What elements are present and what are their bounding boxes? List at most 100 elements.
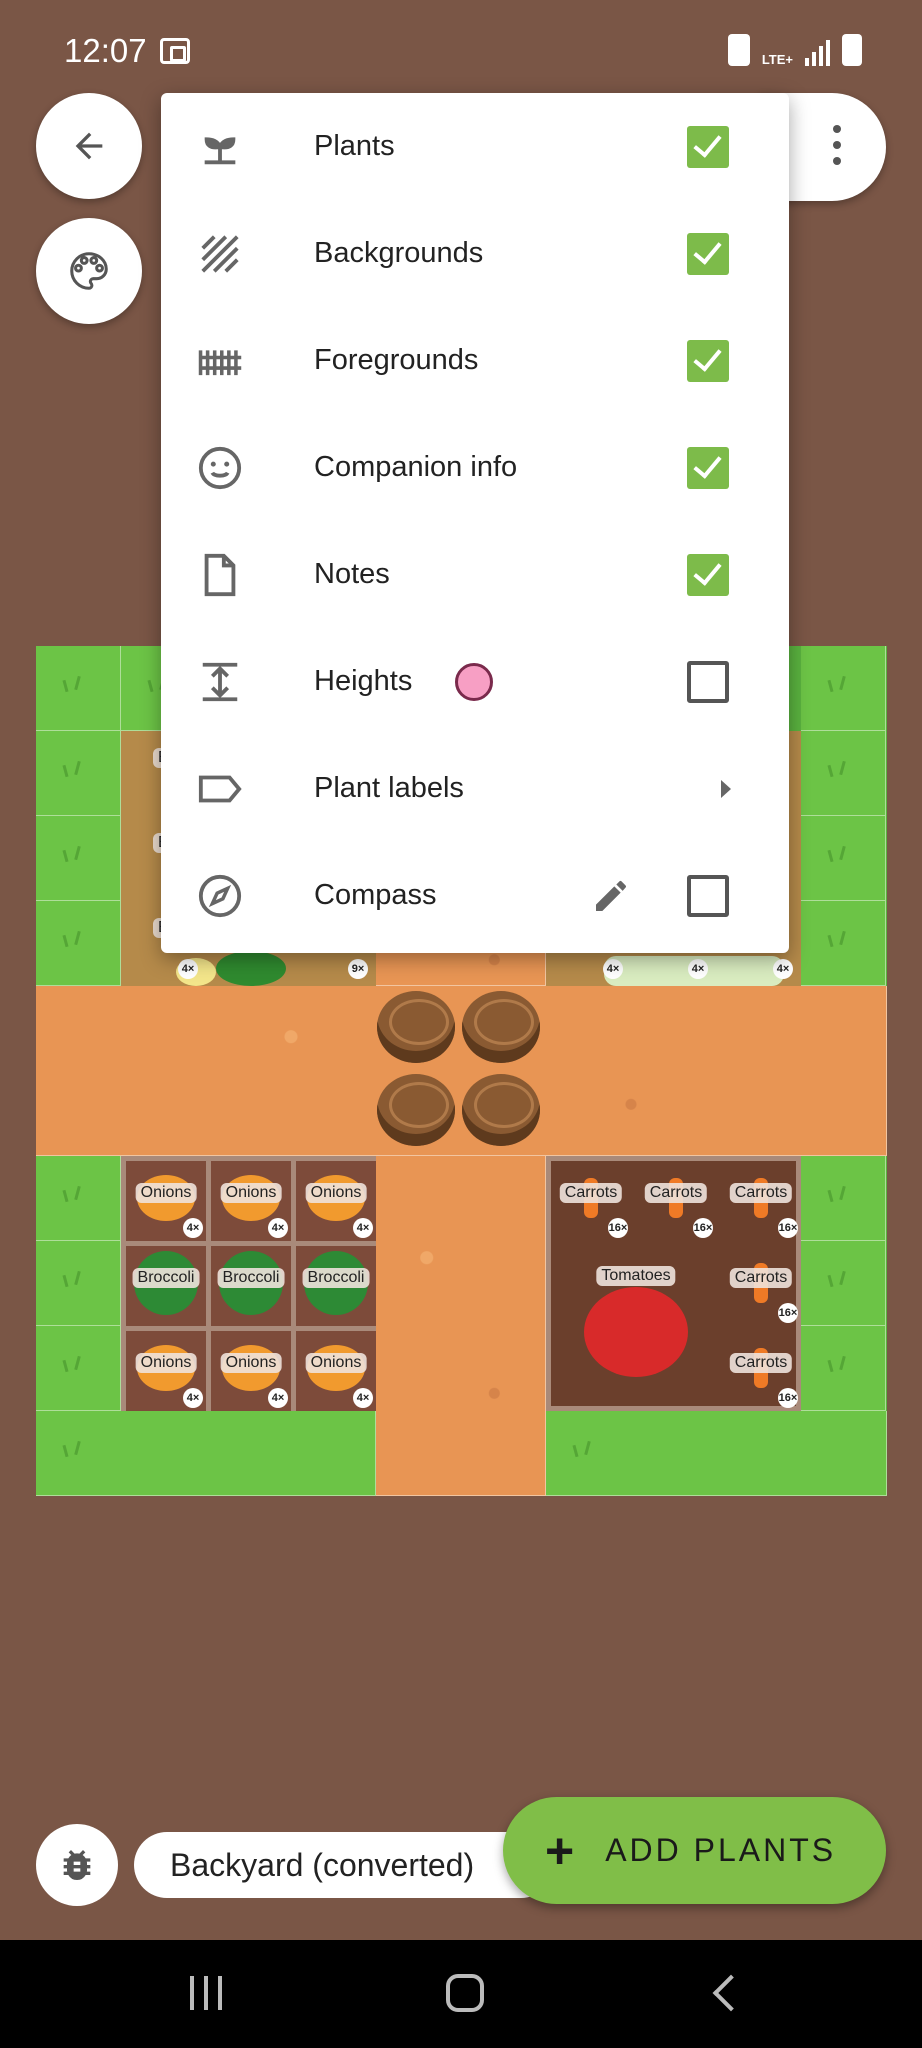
broccoli-plant[interactable]: Broccoli [296,1246,376,1326]
grass-tile[interactable] [546,1411,887,1496]
tomato-icon [584,1287,688,1378]
plant-count: 4× [183,1218,203,1238]
garden-name-chip[interactable]: Backyard (converted) [134,1832,554,1898]
menu-item-notes[interactable]: Notes [161,521,789,628]
plant-label: Onions [220,1353,282,1373]
grass-tile[interactable] [36,1156,121,1241]
backgrounds-checkbox[interactable] [687,233,729,275]
onion-plant[interactable]: Onions 4× [296,1161,376,1241]
home-icon[interactable] [446,1974,484,2012]
plant-count: 4× [353,1388,373,1408]
plant-label: Carrots [729,1353,793,1373]
tree-stump[interactable] [462,1074,540,1146]
battery-icon [842,34,862,66]
plant-label: Carrots [729,1268,793,1288]
companion-info-checkbox[interactable] [687,447,729,489]
plant-count: 16× [693,1218,713,1238]
onion-plant[interactable]: Onions 4× [296,1331,376,1411]
carrot-plant[interactable]: Carrots 16× [721,1161,801,1241]
carrot-plant[interactable]: Carrots 16× [551,1161,631,1241]
tree-stump[interactable] [462,991,540,1063]
plant-label: Onions [135,1183,197,1203]
menu-item-foregrounds[interactable]: Foregrounds [161,307,789,414]
plant-count: 4× [688,959,708,979]
plant-label: Broccoli [132,1268,200,1288]
path-area[interactable] [376,1156,546,1496]
grass-tile[interactable] [801,1326,886,1411]
plant-label: Carrots [729,1183,793,1203]
plant-count: 16× [778,1218,798,1238]
broccoli-plant[interactable]: Broccoli [211,1246,291,1326]
onion-plant[interactable]: Onions 4× [126,1161,206,1241]
tree-stump[interactable] [377,991,455,1063]
grass-tile[interactable] [36,1241,121,1326]
plant-count: 4× [268,1388,288,1408]
menu-item-plant-labels[interactable]: Plant labels [161,735,789,842]
add-plants-button[interactable]: + ADD PLANTS [503,1797,886,1904]
notes-checkbox[interactable] [687,554,729,596]
heights-checkbox[interactable] [687,661,729,703]
grass-tile[interactable] [36,901,121,986]
onion-plant[interactable]: Onions 4× [211,1331,291,1411]
onion-plant[interactable]: Onions 4× [126,1331,206,1411]
plant-label: Carrots [559,1183,623,1203]
grass-tile[interactable] [801,646,886,731]
back-nav-icon[interactable] [712,1974,750,2012]
recents-icon[interactable] [190,1976,222,2010]
menu-item-label: Notes [314,558,390,590]
grass-tile[interactable] [36,1411,376,1496]
carrot-plant[interactable]: Carrots 16× [721,1331,801,1411]
menu-item-companion-info[interactable]: Companion info [161,414,789,521]
smiley-icon [197,445,243,491]
note-icon [197,552,243,598]
grass-tile[interactable] [801,731,886,816]
menu-item-label: Plants [314,130,395,162]
foregrounds-checkbox[interactable] [687,340,729,382]
onion-plant[interactable]: Onions 4× [211,1161,291,1241]
plant-label: Onions [220,1183,282,1203]
path-area[interactable] [36,986,887,1156]
plant-count: 4× [603,959,623,979]
grass-tile[interactable] [801,901,886,986]
plant-label: Carrots [644,1183,708,1203]
tomato-plant[interactable]: Tomatoes [556,1246,716,1406]
tree-stump[interactable] [377,1074,455,1146]
plus-icon: + [545,1822,578,1879]
more-vert-icon[interactable] [833,125,841,165]
palette-button[interactable] [36,218,142,324]
menu-item-label: Foregrounds [314,344,479,376]
carrot-plant[interactable]: Carrots 16× [636,1161,716,1241]
grass-tile[interactable] [36,731,121,816]
status-time: 12:07 [64,32,147,69]
menu-item-plants[interactable]: Plants [161,93,789,200]
grass-tile[interactable] [801,816,886,901]
add-plants-label: ADD PLANTS [605,1832,837,1868]
plants-checkbox[interactable] [687,126,729,168]
compass-icon [197,873,243,919]
menu-item-compass[interactable]: Compass [161,842,789,949]
plant-label: Onions [305,1183,367,1203]
grass-tile[interactable] [36,646,121,731]
network-type: LTE+ [761,52,793,67]
grass-tile[interactable] [801,1241,886,1326]
plant-count: 4× [183,1388,203,1408]
broccoli-plant[interactable]: Broccoli [126,1246,206,1326]
plant-label: Onions [305,1353,367,1373]
system-nav-bar [0,1940,922,2048]
back-button[interactable] [36,93,142,199]
hatch-icon [197,231,243,277]
palette-icon [70,252,108,290]
menu-item-backgrounds[interactable]: Backgrounds [161,200,789,307]
carrot-plant[interactable]: Carrots 16× [721,1246,801,1326]
plant-label: Broccoli [217,1268,285,1288]
grass-tile[interactable] [801,1156,886,1241]
height-icon [197,659,243,705]
grass-tile[interactable] [36,816,121,901]
battery-saver-icon [727,34,750,66]
debug-button[interactable] [36,1824,118,1906]
menu-item-heights[interactable]: Heights [161,628,789,735]
pencil-icon[interactable] [591,876,631,921]
compass-checkbox[interactable] [687,875,729,917]
layers-menu: Plants Backgrounds Foregrounds Companion… [161,93,789,953]
grass-tile[interactable] [36,1326,121,1411]
